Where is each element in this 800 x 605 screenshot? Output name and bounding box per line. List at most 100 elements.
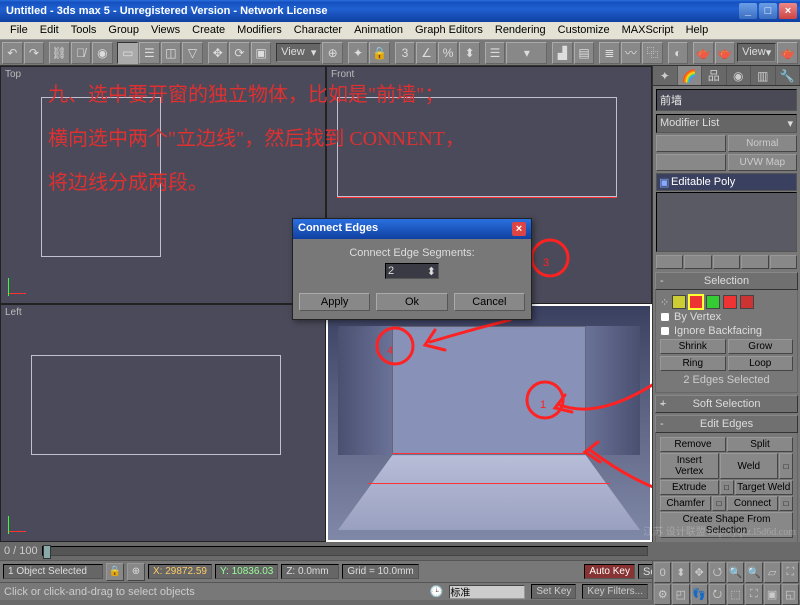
tab-modify[interactable]: 🌈 (678, 66, 703, 85)
uvwmap-preset-button[interactable]: UVW Map (728, 154, 798, 171)
render-view-drop[interactable]: View▾ (737, 43, 776, 62)
autokey-button[interactable]: Auto Key (584, 564, 635, 579)
render-last-button[interactable]: 🫖 (777, 42, 798, 64)
connect-settings-button[interactable]: □ (779, 496, 793, 511)
segments-spinner[interactable]: 2 ⬍ (385, 263, 439, 279)
stack-show-button[interactable] (684, 255, 711, 269)
remove-button[interactable]: Remove (660, 437, 726, 452)
coord-y[interactable]: Y: 10836.03 (215, 564, 278, 579)
setkey-button[interactable]: Set Key (531, 584, 576, 599)
subobj-vertex-icon[interactable] (672, 295, 686, 309)
coord-x[interactable]: X: 29872.59 (148, 564, 212, 579)
shrink-button[interactable]: Shrink (660, 339, 726, 354)
keyfilters-button[interactable]: Key Filters... (582, 584, 648, 599)
tab-motion[interactable]: ◉ (727, 66, 752, 85)
weld-button[interactable]: Weld (720, 453, 779, 479)
nav-pan-button[interactable]: ✥ (691, 562, 708, 583)
nav-orbit-button[interactable]: ⭮ (709, 584, 726, 605)
select-region-button[interactable]: ◫ (161, 42, 182, 64)
nav-arc-button[interactable]: ⭯ (709, 562, 726, 583)
targetweld-button[interactable]: Target Weld (735, 480, 794, 495)
unlink-button[interactable]: ⛓̸ (71, 42, 92, 64)
center-button[interactable]: ⊕ (322, 42, 343, 64)
tab-create[interactable]: ✦ (653, 66, 678, 85)
byvertex-checkbox[interactable] (660, 312, 670, 322)
nav-maxtoggle-button[interactable]: ◱ (782, 584, 799, 605)
subobj-border-icon[interactable] (706, 295, 720, 309)
time-tag-input[interactable] (449, 585, 525, 599)
menu-views[interactable]: Views (145, 22, 186, 39)
named-sel-button[interactable]: ☰ (485, 42, 506, 64)
refcoord-dropdown[interactable]: View▾ (276, 43, 321, 62)
filter-button[interactable]: ▽ (182, 42, 203, 64)
time-config-button[interactable]: 0 (654, 562, 671, 583)
redo-button[interactable]: ↷ (24, 42, 45, 64)
modifier-list-dropdown[interactable]: Modifier List▾ (656, 114, 797, 133)
grow-button[interactable]: Grow (728, 339, 794, 354)
nav-zoomext-button[interactable]: ⛶ (782, 562, 799, 583)
viewport-top[interactable]: Top (0, 66, 326, 304)
chamfer-settings-button[interactable]: □ (712, 496, 726, 511)
subobj-edge-icon[interactable] (689, 295, 703, 309)
subobj-none-icon[interactable]: ⁘ (660, 296, 669, 309)
addtime-icon[interactable]: 🕒 (430, 585, 444, 598)
time-marker[interactable] (43, 545, 51, 559)
snap3d-button[interactable]: 3 (395, 42, 416, 64)
stack-remove-button[interactable] (741, 255, 768, 269)
extrude-settings-button[interactable]: □ (720, 480, 734, 495)
named-sel-drop[interactable]: ▾ (506, 42, 547, 64)
menu-character[interactable]: Character (288, 22, 348, 39)
rollout-selection[interactable]: Selection (655, 272, 798, 290)
align-button[interactable]: ▤ (574, 42, 595, 64)
connect-button[interactable]: Connect (727, 496, 778, 511)
nav-zoomregion-button[interactable]: ⬚ (727, 584, 744, 605)
material-button[interactable]: ◐ (668, 42, 689, 64)
nav-fov-button[interactable]: ▱ (764, 562, 781, 583)
spinner-snap-button[interactable]: ⬍ (459, 42, 480, 64)
mirror-button[interactable]: ▟ (552, 42, 573, 64)
menu-customize[interactable]: Customize (552, 22, 616, 39)
abs-transform-button[interactable]: ⊕ (127, 563, 145, 581)
rotate-button[interactable]: ⟳ (229, 42, 250, 64)
lock-selection-button[interactable]: 🔒 (106, 563, 124, 581)
quick-render-button[interactable]: 🫖 (715, 42, 736, 64)
loop-button[interactable]: Loop (728, 356, 794, 371)
select-name-button[interactable]: ☰ (139, 42, 160, 64)
time-settings-button[interactable]: ⚙ (654, 584, 671, 605)
schematic-button[interactable]: ⿻ (642, 42, 663, 64)
subobj-element-icon[interactable] (740, 295, 754, 309)
stack-unique-button[interactable] (713, 255, 740, 269)
ring-button[interactable]: Ring (660, 356, 726, 371)
window-close-button[interactable]: × (779, 3, 797, 19)
split-button[interactable]: Split (727, 437, 793, 452)
ok-button[interactable]: Ok (376, 293, 447, 311)
menu-edit[interactable]: Edit (34, 22, 65, 39)
menu-create[interactable]: Create (186, 22, 231, 39)
ignoreback-checkbox[interactable] (660, 326, 670, 336)
tab-hierarchy[interactable]: 品 (702, 66, 727, 85)
bind-button[interactable]: ◉ (92, 42, 113, 64)
modifier-stack-list[interactable] (656, 192, 797, 252)
move-button[interactable]: ✥ (208, 42, 229, 64)
extrude-button[interactable]: Extrude (660, 480, 719, 495)
select-button[interactable]: ▭ (117, 42, 138, 64)
curve-editor-button[interactable]: 〰 (621, 42, 642, 64)
dialog-close-button[interactable]: × (512, 222, 526, 236)
createshape-button[interactable]: Create Shape From Selection (660, 512, 793, 538)
spinner-arrows-icon[interactable]: ⬍ (427, 265, 436, 278)
chamfer-button[interactable]: Chamfer (660, 496, 711, 511)
modifier-stack-item[interactable]: Editable Poly (656, 173, 797, 191)
menu-rendering[interactable]: Rendering (489, 22, 552, 39)
time-spinner-button[interactable]: ⬍ (672, 562, 689, 583)
nav-zoomall-button[interactable]: 🔍 (745, 562, 762, 583)
window-minimize-button[interactable]: _ (739, 3, 757, 19)
menu-tools[interactable]: Tools (65, 22, 103, 39)
layers-button[interactable]: ≣ (599, 42, 620, 64)
insertvertex-button[interactable]: Insert Vertex (660, 453, 719, 479)
manip-button[interactable]: ✦ (348, 42, 369, 64)
rollout-editedges[interactable]: Edit Edges (655, 415, 798, 433)
tab-utilities[interactable]: 🔧 (776, 66, 800, 85)
subobj-polygon-icon[interactable] (723, 295, 737, 309)
nav-zoom-button[interactable]: 🔍 (727, 562, 744, 583)
window-maximize-button[interactable]: □ (759, 3, 777, 19)
